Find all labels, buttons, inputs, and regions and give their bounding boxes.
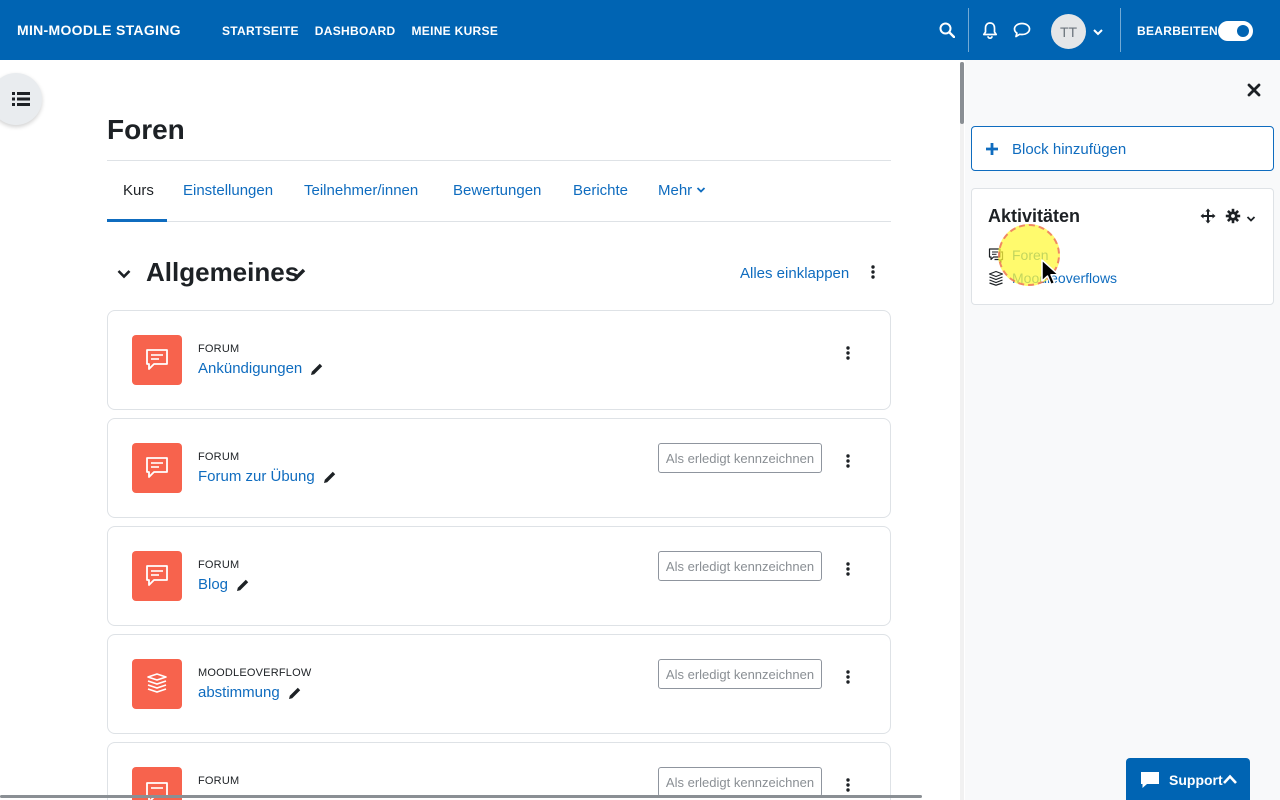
activity-menu-kebab-icon[interactable] — [840, 777, 856, 793]
block-item-moodleoverflows[interactable]: Moodleoverflows — [988, 270, 1117, 286]
notification-bell-icon[interactable] — [980, 20, 1000, 40]
activity-menu-kebab-icon[interactable] — [840, 669, 856, 685]
chevron-down-icon — [697, 187, 706, 193]
pencil-icon[interactable] — [310, 362, 324, 376]
activity-menu-kebab-icon[interactable] — [840, 453, 856, 469]
add-block-button[interactable]: Block hinzufügen — [971, 126, 1274, 171]
block-item-label: Foren — [1012, 247, 1049, 263]
activity-type: MOODLEOVERFLOW — [198, 667, 312, 679]
messages-icon[interactable] — [1012, 20, 1032, 40]
add-block-label: Block hinzufügen — [1012, 141, 1127, 158]
toggle-knob — [1237, 25, 1249, 37]
user-avatar[interactable]: TT — [1051, 14, 1086, 49]
active-tab-indicator — [107, 219, 167, 222]
activity-name: Ankündigungen — [198, 360, 303, 377]
course-index-toggle[interactable] — [0, 73, 42, 125]
site-brand[interactable]: MIN-MOODLE STAGING — [17, 22, 181, 38]
section-title: Allgemeines — [146, 257, 300, 287]
activity-type: FORUM — [198, 775, 240, 787]
page-title: Foren — [107, 114, 185, 145]
pencil-icon[interactable] — [236, 578, 250, 592]
chevron-down-icon[interactable] — [1092, 25, 1104, 37]
activities-block: Aktivitäten Foren Moodleoverflows — [971, 188, 1274, 305]
block-title: Aktivitäten — [988, 206, 1081, 226]
top-navbar: MIN-MOODLE STAGING STARTSEITE DASHBOARD … — [0, 0, 1280, 60]
activity-type: FORUM — [198, 559, 240, 571]
support-button[interactable]: Support — [1126, 758, 1250, 800]
block-item-foren[interactable]: Foren — [988, 247, 1049, 263]
primary-navigation: STARTSEITE DASHBOARD MEINE KURSE — [222, 24, 498, 38]
navbar-divider — [1120, 8, 1121, 52]
activity-type: FORUM — [198, 451, 240, 463]
move-icon[interactable] — [1200, 208, 1216, 224]
activity-name: Blog — [198, 576, 229, 593]
activity-link[interactable]: Blog — [198, 576, 250, 593]
forum-icon — [988, 247, 1004, 263]
activity-link[interactable]: abstimmung — [198, 684, 302, 701]
activity-menu-kebab-icon[interactable] — [840, 345, 856, 361]
activity-type: FORUM — [198, 343, 240, 355]
support-label: Support — [1169, 772, 1223, 788]
section-menu-kebab-icon[interactable] — [865, 264, 881, 280]
edit-mode-label: BEARBEITEN — [1137, 24, 1219, 38]
pencil-icon[interactable] — [293, 267, 307, 281]
chevron-down-icon[interactable] — [1246, 211, 1256, 222]
horizontal-scrollbar-thumb[interactable] — [0, 795, 922, 798]
activity-card: FORUM Als erledigt kennzeichnen — [107, 742, 891, 800]
gear-icon[interactable] — [1225, 208, 1241, 224]
nav-link-startseite[interactable]: STARTSEITE — [222, 24, 299, 38]
tab-bewertungen[interactable]: Bewertungen — [453, 182, 541, 199]
activity-link[interactable]: Forum zur Übung — [198, 468, 337, 485]
tab-einstellungen[interactable]: Einstellungen — [183, 182, 273, 199]
collapse-all-link[interactable]: Alles einklappen — [740, 265, 849, 282]
nav-link-meine-kurse[interactable]: MEINE KURSE — [411, 24, 498, 38]
pencil-icon[interactable] — [323, 470, 337, 484]
tab-mehr-label: Mehr — [658, 182, 693, 199]
tab-berichte[interactable]: Berichte — [573, 182, 628, 199]
close-icon[interactable] — [1246, 82, 1262, 98]
pencil-icon[interactable] — [288, 686, 302, 700]
activity-name: Forum zur Übung — [198, 468, 315, 485]
vertical-scrollbar-track — [960, 62, 964, 800]
forum-icon — [132, 443, 182, 493]
edit-mode-toggle[interactable] — [1218, 21, 1253, 41]
mark-done-button[interactable]: Als erledigt kennzeichnen — [658, 659, 822, 689]
activity-card: MOODLEOVERFLOW abstimmung Als erledigt k… — [107, 634, 891, 734]
chat-bubble-icon — [1141, 772, 1159, 788]
forum-icon — [132, 335, 182, 385]
block-drawer — [965, 60, 1280, 800]
list-icon — [12, 92, 30, 106]
activity-name: abstimmung — [198, 684, 280, 701]
vertical-scrollbar-thumb[interactable] — [960, 62, 964, 124]
navbar-divider — [968, 8, 969, 52]
chevron-up-icon — [1223, 774, 1237, 784]
search-icon[interactable] — [937, 20, 957, 40]
block-item-label: Moodleoverflows — [1012, 270, 1118, 286]
tab-teilnehmer[interactable]: Teilnehmer/innen — [304, 182, 418, 199]
mark-done-button[interactable]: Als erledigt kennzeichnen — [658, 767, 822, 797]
mark-done-button[interactable]: Als erledigt kennzeichnen — [658, 443, 822, 473]
tab-mehr[interactable]: Mehr — [658, 182, 706, 199]
plus-icon — [986, 143, 998, 155]
nav-link-dashboard[interactable]: DASHBOARD — [315, 24, 396, 38]
activity-card: FORUM Blog Als erledigt kennzeichnen — [107, 526, 891, 626]
activity-menu-kebab-icon[interactable] — [840, 561, 856, 577]
section-collapse-chevron-icon[interactable] — [116, 266, 132, 282]
forum-icon — [132, 551, 182, 601]
moodleoverflow-stack-icon — [988, 270, 1004, 286]
activity-card: FORUM Forum zur Übung Als erledigt kennz… — [107, 418, 891, 518]
activity-link[interactable]: Ankündigungen — [198, 360, 324, 377]
activity-card: FORUM Ankündigungen — [107, 310, 891, 410]
mark-done-button[interactable]: Als erledigt kennzeichnen — [658, 551, 822, 581]
secondary-navigation: Kurs Einstellungen Teilnehmer/innen Bewe… — [107, 160, 891, 222]
tab-kurs[interactable]: Kurs — [123, 182, 154, 199]
moodleoverflow-stack-icon — [132, 659, 182, 709]
